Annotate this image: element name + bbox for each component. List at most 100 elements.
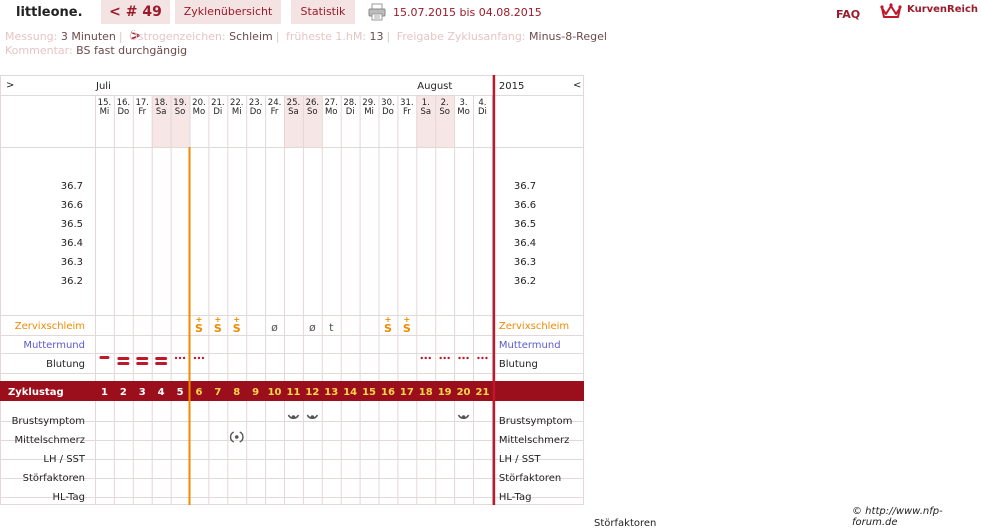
tab-statistics[interactable]: Statistik [291,0,355,24]
cycle-day-number: 19 [438,387,452,398]
faq-link[interactable]: FAQ [836,8,860,21]
tab-cycle-overview[interactable]: Zyklenübersicht [175,0,281,24]
kommentar-label: Kommentar: [5,44,73,57]
temp-tick-left: 36.6 [61,200,83,211]
cycle-day-number: 5 [177,387,184,398]
kurvenreich-link[interactable]: KurvenReich [907,4,978,15]
cycle-day-number: 6 [195,387,202,398]
separator: | [118,30,123,43]
cycle-day-number: 20 [457,387,471,398]
bleeding-mark [182,356,186,360]
kurvenreich-crown-icon[interactable] [880,2,902,20]
mittel-label-left: Mittelschmerz [15,435,85,446]
cycle-day-number: 21 [475,387,489,398]
temp-tick-right: 36.2 [514,276,536,287]
month-label: August [417,81,452,92]
blutung-label-right: Blutung [499,359,538,370]
temp-tick-right: 36.4 [514,238,536,249]
zervix-symbol: t [329,321,334,334]
stoer-label-left: Störfaktoren [23,473,85,484]
printer-icon[interactable] [368,3,386,21]
bleeding-mark [201,356,205,360]
cycle-day-number: 12 [305,387,319,398]
day-weekday: Do [382,107,394,117]
bleeding-mark [428,356,431,360]
cycle-day-number: 18 [419,387,433,398]
brust-mark-dot [461,415,466,419]
muttermund-label-right: Muttermund [499,340,561,351]
oestrogen-label: Östrogenzeichen: [129,30,226,43]
month-label: Juli [95,81,111,92]
cycle-day-number: 9 [252,387,259,398]
zervix-symbol: S [233,322,241,335]
bleeding-mark [481,356,484,360]
zervix-symbol: ø [309,321,316,334]
bleeding-mark [193,356,197,360]
cycle-day-number: 11 [286,387,300,398]
day-weekday: Di [213,107,222,117]
bleeding-mark [443,356,446,360]
cycle-day-number: 16 [381,387,395,398]
separator: | [386,30,391,43]
bleeding-mark [458,356,461,360]
temp-tick-left: 36.3 [61,257,83,268]
temp-tick-left: 36.7 [61,181,83,192]
cycle-day-number: 10 [268,387,282,398]
bleeding-mark [117,362,130,365]
messung-label: Messung: [5,30,58,43]
comment-line: Kommentar: BS fast durchgängig [5,44,187,57]
day-weekday: Di [478,107,487,117]
stoer-label-right: Störfaktoren [499,473,561,484]
freigabe-value: Minus-8-Regel [529,30,607,43]
cycle-chart: > < Juli August 2015 15. Mi 16. Do 17. Fr 18. Sa 19. S… [0,75,584,505]
day-weekday: Di [346,107,355,117]
temp-tick-right: 36.5 [514,219,536,230]
day-weekday: Mo [325,107,338,117]
temp-tick-right: 36.6 [514,200,536,211]
day-weekday: Fr [271,107,279,117]
bleeding-mark [420,356,423,360]
cycle-day-number: 15 [362,387,376,398]
zyklustag-label: Zyklustag [8,387,64,398]
temp-tick-right: 36.7 [514,181,536,192]
bleeding-mark [197,356,201,360]
cycle-day-number: 8 [233,387,240,398]
muttermund-label-left: Muttermund [23,340,85,351]
brust-label-right: Brustsymptom [499,416,572,427]
cycle-day-number: 14 [343,387,357,398]
bleeding-mark [99,356,110,359]
kommentar-value: BS fast durchgängig [76,44,188,57]
cycle-day-number: 17 [400,387,414,398]
chart-nav-right: < [573,80,581,91]
cycle-chart-svg: > <Juli August 201515.Mi16.Do17.Fr18.Sa19.S… [0,75,584,505]
day-weekday: Mi [232,107,242,117]
bleeding-mark [477,356,480,360]
zervix-symbol: S [384,322,392,335]
app-logo[interactable]: littleone. [0,0,96,26]
brust-label-left: Brustsymptom [12,416,85,427]
top-bar: littleone. < # 49 > Zyklenübersicht Stat… [0,0,981,44]
bleeding-mark [136,362,149,365]
lh-label-left: LH / SST [43,454,86,465]
day-weekday: Sa [288,107,299,117]
frueheste-label: früheste 1.hM: [285,30,367,43]
temp-tick-right: 36.3 [514,257,536,268]
lh-label-right: LH / SST [499,454,542,465]
cycle-day-number: 1 [101,387,108,398]
day-weekday: Do [117,107,129,117]
day-weekday: Do [250,107,262,117]
bleeding-mark [466,356,469,360]
previous-cycle-button[interactable]: < [109,4,121,20]
bleeding-mark [155,357,168,360]
bleeding-mark [424,356,427,360]
cycle-day-number: 2 [120,387,127,398]
cycle-day-number: 3 [139,387,146,398]
blutung-label-left: Blutung [46,359,85,370]
day-weekday: Fr [138,107,146,117]
day-weekday: So [175,107,186,117]
zervix-symbol: S [195,322,203,335]
cycle-info-line: Messung: 3 Minuten | Östrogenzeichen: Sch… [5,30,607,43]
bleeding-mark [485,356,488,360]
separator: | [275,30,280,43]
temp-tick-left: 36.5 [61,219,83,230]
